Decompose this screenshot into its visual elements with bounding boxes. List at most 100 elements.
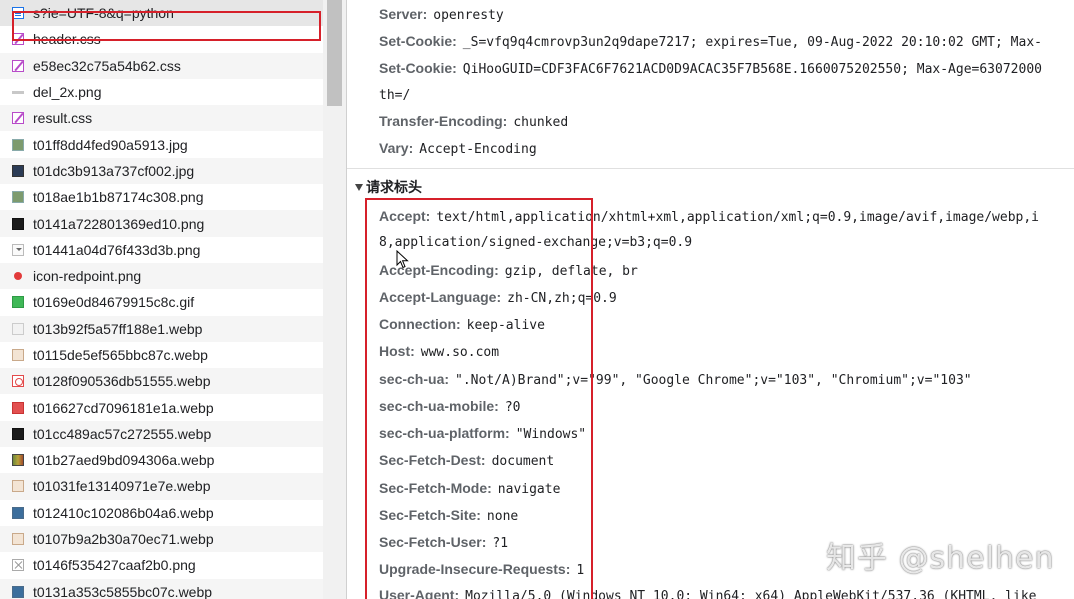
request-row[interactable]: t01b27aed9bd094306a.webp bbox=[0, 447, 323, 473]
image-icon bbox=[12, 454, 24, 467]
network-request-list: s?ie=UTF-8&q=python header.css e58ec32c7… bbox=[0, 0, 323, 599]
request-name: t01031fe13140971e7e.webp bbox=[33, 478, 211, 495]
request-row[interactable]: t0107b9a2b30a70ec71.webp bbox=[0, 525, 323, 553]
request-row[interactable]: t01ff8dd4fed90a5913.jpg bbox=[0, 131, 323, 157]
request-header-row: Accept-Language: zh-CN,zh;q=0.9 bbox=[379, 289, 617, 307]
request-name: t012410c102086b04a6.webp bbox=[33, 504, 214, 521]
header-value: ?1 bbox=[492, 536, 509, 551]
header-value: Mozilla/5.0 (Windows NT 10.0; Win64; x64… bbox=[465, 589, 1037, 599]
request-name: t013b92f5a57ff188e1.webp bbox=[33, 320, 203, 337]
stylesheet-icon bbox=[12, 112, 24, 125]
request-header-row: sec-ch-ua-mobile: ?0 bbox=[379, 398, 520, 416]
request-row[interactable]: header.css bbox=[0, 26, 323, 52]
request-row[interactable]: t01cc489ac57c272555.webp bbox=[0, 420, 323, 448]
request-row[interactable]: t012410c102086b04a6.webp bbox=[0, 500, 323, 526]
request-name: icon-redpoint.png bbox=[33, 268, 142, 285]
request-name: result.css bbox=[33, 110, 93, 127]
request-name: s?ie=UTF-8&q=python bbox=[33, 5, 174, 22]
header-value: gzip, deflate, br bbox=[504, 264, 638, 279]
request-row[interactable]: result.css bbox=[0, 105, 323, 132]
request-header-row: Upgrade-Insecure-Requests: 1 bbox=[379, 561, 584, 579]
header-value-continuation: th=/ bbox=[379, 88, 411, 103]
request-name: t0146f535427caaf2b0.png bbox=[33, 557, 196, 574]
header-value: www.so.com bbox=[420, 345, 500, 360]
section-title: 请求标头 bbox=[366, 179, 422, 195]
request-row[interactable]: t0169e0d84679915c8c.gif bbox=[0, 289, 323, 315]
request-row[interactable]: t013b92f5a57ff188e1.webp bbox=[0, 315, 323, 342]
header-value-continuation: 8,application/signed-exchange;v=b3;q=0.9 bbox=[379, 235, 693, 250]
section-divider bbox=[347, 168, 1074, 169]
request-row[interactable]: icon-redpoint.png bbox=[0, 262, 323, 290]
request-header-row: Sec-Fetch-Mode: navigate bbox=[379, 480, 560, 498]
image-icon bbox=[12, 270, 24, 282]
image-icon bbox=[12, 296, 24, 309]
request-row[interactable]: t0146f535427caaf2b0.png bbox=[0, 552, 323, 578]
request-row[interactable]: t016627cd7096181e1a.webp bbox=[0, 394, 323, 420]
image-icon bbox=[12, 164, 24, 177]
header-value: Accept-Encoding bbox=[419, 142, 537, 157]
image-icon bbox=[12, 506, 24, 519]
image-icon bbox=[12, 217, 24, 230]
request-header-row: Sec-Fetch-User: ?1 bbox=[379, 534, 508, 552]
request-list-scrollbar[interactable] bbox=[323, 0, 346, 599]
request-row[interactable]: t0141a722801369ed10.png bbox=[0, 210, 323, 237]
request-name: header.css bbox=[33, 31, 101, 48]
header-name: Set-Cookie: bbox=[379, 33, 457, 49]
image-icon bbox=[12, 401, 24, 414]
request-row[interactable]: t0131a353c5855bc07c.webp bbox=[0, 578, 323, 599]
request-name: t016627cd7096181e1a.webp bbox=[33, 399, 214, 416]
image-icon bbox=[12, 559, 24, 572]
request-name: t0141a722801369ed10.png bbox=[33, 215, 205, 232]
image-icon bbox=[12, 375, 24, 388]
header-name: sec-ch-ua-mobile: bbox=[379, 398, 499, 414]
image-icon bbox=[12, 90, 24, 94]
request-row[interactable]: del_2x.png bbox=[0, 79, 323, 105]
header-value: ".Not/A)Brand";v="99", "Google Chrome";v… bbox=[455, 373, 972, 388]
request-row[interactable]: t0128f090536db51555.webp bbox=[0, 368, 323, 395]
request-name: t01441a04d76f433d3b.png bbox=[33, 241, 201, 258]
request-row[interactable]: e58ec32c75a54b62.css bbox=[0, 52, 323, 79]
header-value: _S=vfq9q4cmrovp3un2q9dape7217; expires=T… bbox=[462, 35, 1042, 50]
scrollbar-thumb[interactable] bbox=[327, 0, 342, 106]
request-name: t01b27aed9bd094306a.webp bbox=[33, 452, 215, 469]
request-headers-section-toggle[interactable]: 请求标头 bbox=[355, 177, 422, 197]
response-header-row: Server: openresty bbox=[379, 6, 504, 24]
request-name: t0169e0d84679915c8c.gif bbox=[33, 294, 195, 311]
header-value: zh-CN,zh;q=0.9 bbox=[507, 291, 617, 306]
header-name: sec-ch-ua-platform: bbox=[379, 425, 510, 441]
stylesheet-icon bbox=[12, 33, 24, 46]
header-name: Accept: bbox=[379, 208, 431, 224]
header-name: Upgrade-Insecure-Requests: bbox=[379, 561, 571, 577]
header-name: Host: bbox=[379, 343, 415, 359]
document-icon bbox=[12, 7, 24, 20]
request-row[interactable]: t018ae1b1b87174c308.png bbox=[0, 184, 323, 210]
header-name: Sec-Fetch-Dest: bbox=[379, 452, 486, 468]
header-value: openresty bbox=[433, 8, 504, 23]
request-name: del_2x.png bbox=[33, 84, 102, 101]
header-value: "Windows" bbox=[515, 427, 587, 442]
image-icon bbox=[12, 480, 24, 493]
request-row[interactable]: t0115de5ef565bbc87c.webp bbox=[0, 342, 323, 368]
image-icon bbox=[12, 322, 24, 335]
response-header-row: Set-Cookie: _S=vfq9q4cmrovp3un2q9dape7217… bbox=[379, 33, 1042, 51]
header-value: navigate bbox=[497, 482, 561, 497]
header-name: Vary: bbox=[379, 140, 414, 156]
request-row[interactable]: t01dc3b913a737cf002.jpg bbox=[0, 157, 323, 185]
request-row[interactable]: s?ie=UTF-8&q=python bbox=[0, 0, 323, 27]
image-icon bbox=[12, 138, 24, 151]
request-header-row: Sec-Fetch-Dest: document bbox=[379, 452, 554, 470]
header-name: User-Agent: bbox=[379, 587, 460, 599]
header-name: sec-ch-ua: bbox=[379, 371, 450, 387]
request-header-row: Sec-Fetch-Site: none bbox=[379, 507, 518, 525]
response-header-row: Set-Cookie: QiHooGUID=CDF3FAC6F7621ACD0D9… bbox=[379, 60, 1042, 78]
request-name: t0131a353c5855bc07c.webp bbox=[33, 583, 213, 599]
header-name: Accept-Language: bbox=[379, 289, 502, 305]
request-name: t0128f090536db51555.webp bbox=[33, 373, 211, 390]
header-value: ?0 bbox=[504, 400, 521, 415]
header-value: 1 bbox=[576, 563, 585, 578]
request-name: t0115de5ef565bbc87c.webp bbox=[33, 347, 208, 363]
request-row[interactable]: t01031fe13140971e7e.webp bbox=[0, 473, 323, 500]
request-row[interactable]: t01441a04d76f433d3b.png bbox=[0, 237, 323, 263]
request-header-row: Accept-Encoding: gzip, deflate, br bbox=[379, 262, 638, 280]
response-header-row: Vary: Accept-Encoding bbox=[379, 140, 537, 158]
